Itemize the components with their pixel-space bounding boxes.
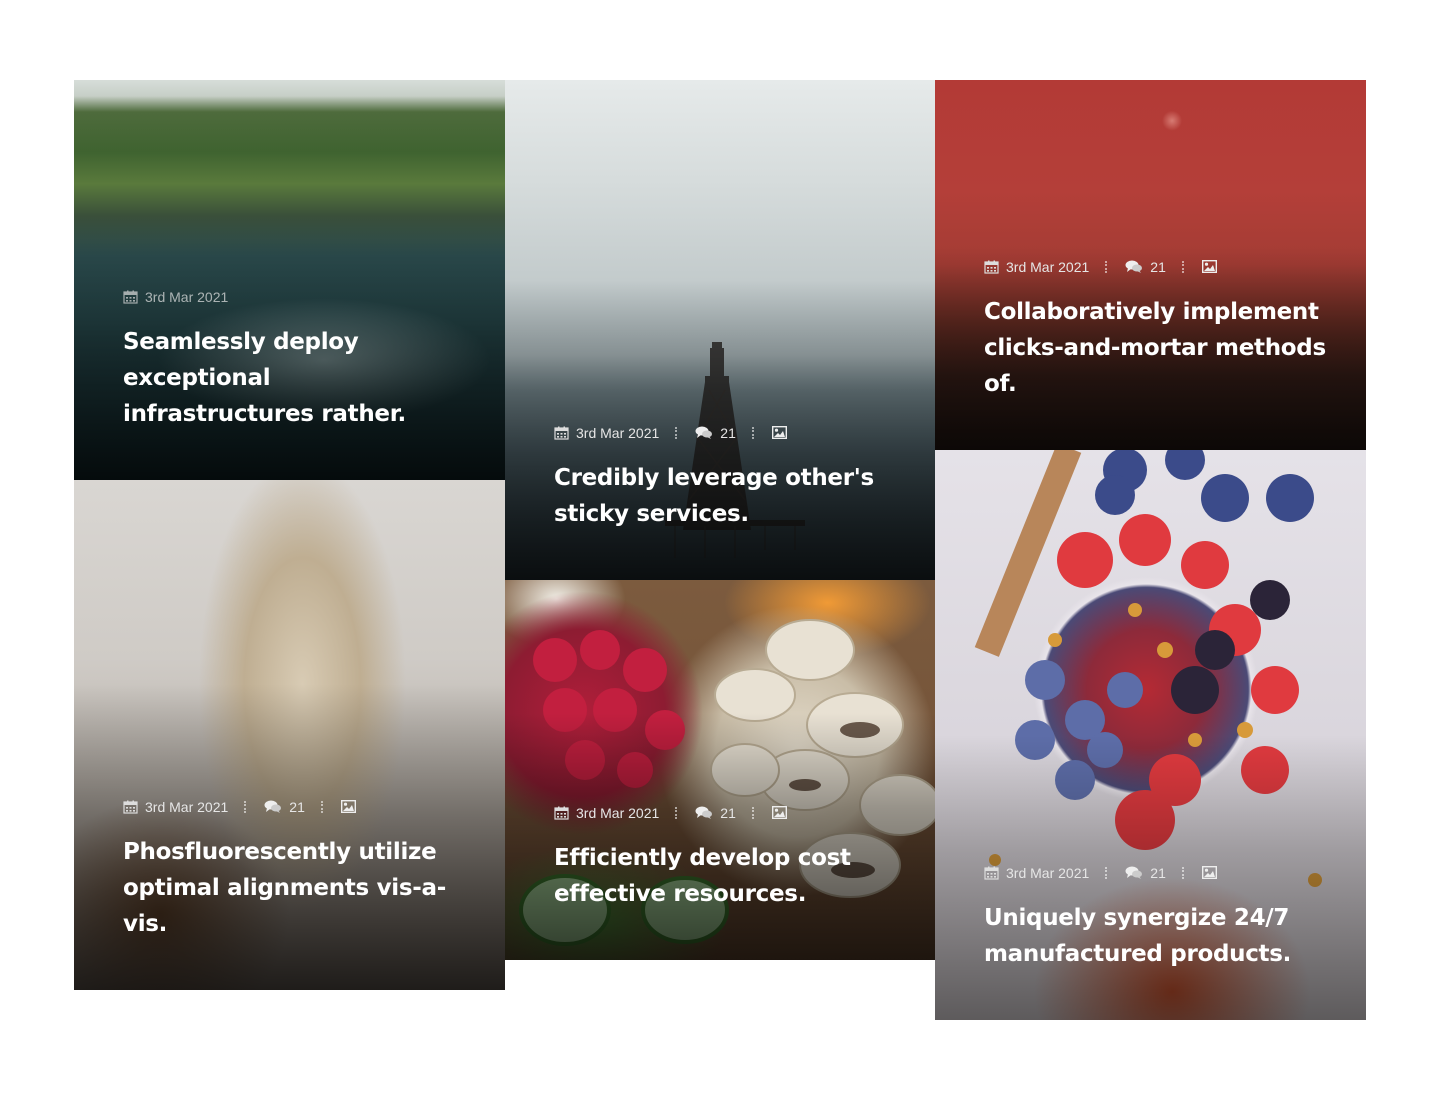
post-title[interactable]: Credibly leverage other's sticky service… (554, 460, 895, 532)
post-meta: 3rd Mar 2021 21 (554, 424, 895, 442)
post-meta: 3rd Mar 2021 (123, 288, 465, 306)
post-grid: 3rd Mar 2021 Seamlessly deploy exception… (74, 80, 1366, 1020)
meta-divider (1181, 867, 1186, 879)
post-meta: 3rd Mar 2021 21 (984, 864, 1326, 882)
comments-icon (695, 806, 713, 820)
meta-divider (1105, 261, 1109, 273)
comment-count[interactable]: 21 (1150, 259, 1166, 275)
meta-divider (751, 807, 756, 819)
post-title[interactable]: Collaboratively implement clicks-and-mor… (984, 294, 1326, 402)
calendar-icon (123, 800, 138, 814)
meta-divider (244, 801, 248, 813)
meta-divider (1105, 867, 1109, 879)
post-date: 3rd Mar 2021 (576, 805, 660, 821)
post-card-oats[interactable]: 3rd Mar 2021 21 Phosfluorescently utiliz… (74, 480, 505, 990)
image-icon (1201, 866, 1217, 880)
calendar-icon (554, 426, 569, 440)
post-date: 3rd Mar 2021 (576, 425, 660, 441)
post-meta: 3rd Mar 2021 21 (984, 258, 1326, 276)
post-date: 3rd Mar 2021 (1006, 259, 1090, 275)
meta-divider (675, 807, 679, 819)
post-card-red-sky[interactable]: 3rd Mar 2021 21 Collaboratively implemen… (935, 80, 1366, 450)
calendar-icon (123, 290, 138, 304)
post-card-berry-bowl[interactable]: 3rd Mar 2021 21 Uniquely synergize 24/7 … (935, 450, 1366, 1020)
comment-count[interactable]: 21 (1150, 865, 1166, 881)
calendar-icon (554, 806, 569, 820)
post-card-lighthouse[interactable]: 3rd Mar 2021 21 Credibly leverage other'… (505, 80, 935, 580)
post-date: 3rd Mar 2021 (1006, 865, 1090, 881)
comments-icon (264, 800, 282, 814)
meta-divider (751, 427, 756, 439)
meta-divider (675, 427, 679, 439)
post-title[interactable]: Uniquely synergize 24/7 manufactured pro… (984, 900, 1326, 972)
post-card-coast[interactable]: 3rd Mar 2021 Seamlessly deploy exception… (74, 80, 505, 480)
image-icon (1201, 260, 1217, 274)
post-meta: 3rd Mar 2021 21 (554, 804, 895, 822)
comment-count[interactable]: 21 (720, 425, 736, 441)
comment-count[interactable]: 21 (720, 805, 736, 821)
comment-count[interactable]: 21 (289, 799, 305, 815)
calendar-icon (984, 866, 999, 880)
comments-icon (1125, 260, 1143, 274)
post-card-vegetables[interactable]: 3rd Mar 2021 21 Efficiently develop cost… (505, 580, 935, 960)
post-title[interactable]: Phosfluorescently utilize optimal alignm… (123, 834, 465, 942)
post-meta: 3rd Mar 2021 21 (123, 798, 465, 816)
post-date: 3rd Mar 2021 (145, 799, 229, 815)
post-title[interactable]: Efficiently develop cost effective resou… (554, 840, 895, 912)
meta-divider (1181, 261, 1186, 273)
post-date: 3rd Mar 2021 (145, 289, 229, 305)
comments-icon (695, 426, 713, 440)
post-title[interactable]: Seamlessly deploy exceptional infrastruc… (123, 324, 465, 432)
calendar-icon (984, 260, 999, 274)
meta-divider (320, 801, 325, 813)
comments-icon (1125, 866, 1143, 880)
image-icon (340, 800, 356, 814)
image-icon (771, 806, 787, 820)
image-icon (771, 426, 787, 440)
